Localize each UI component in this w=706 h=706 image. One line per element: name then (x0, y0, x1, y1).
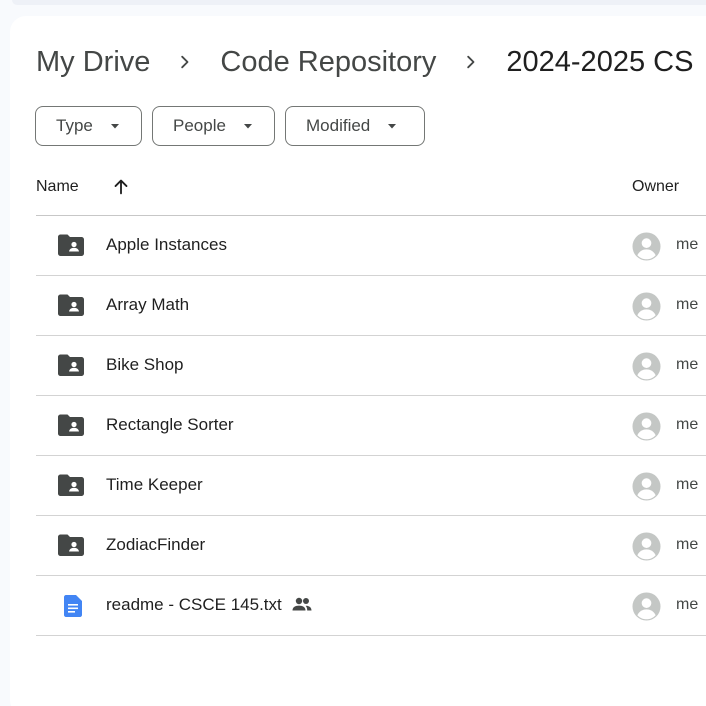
file-name: readme - CSCE 145.txt (106, 595, 312, 615)
document-icon (64, 595, 90, 619)
chevron-right-icon (150, 52, 220, 72)
owner-name: me (676, 596, 699, 613)
owner-name: me (676, 296, 699, 313)
owner-name: me (676, 236, 699, 253)
owner-name: me (676, 356, 699, 373)
filter-chips: Type People Modified (35, 106, 425, 146)
top-strip (12, 0, 706, 5)
file-row-rectangle-sorter[interactable]: Rectangle Sorter me (36, 396, 706, 456)
shared-folder-icon (58, 534, 84, 558)
owner-column-header[interactable]: Owner (632, 178, 679, 196)
chevron-right-icon (436, 52, 506, 72)
shared-folder-icon (58, 354, 84, 378)
type-filter-label: Type (56, 116, 93, 135)
file-name-text: readme - CSCE 145.txt (106, 595, 282, 614)
file-row-array-math[interactable]: Array Math me (36, 276, 706, 336)
file-row-time-keeper[interactable]: Time Keeper me (36, 456, 706, 516)
table-header: Name Owner (36, 174, 706, 216)
arrow-up-sort-icon[interactable] (110, 176, 132, 198)
avatar-icon (632, 412, 661, 441)
name-column-header[interactable]: Name (36, 178, 79, 196)
shared-folder-icon (58, 234, 84, 258)
file-row-readme-csce-145-txt[interactable]: readme - CSCE 145.txt me (36, 576, 706, 636)
file-name: Time Keeper (106, 475, 203, 494)
caret-down-icon (109, 120, 121, 132)
file-name: Bike Shop (106, 355, 184, 374)
file-name: Rectangle Sorter (106, 415, 234, 434)
file-row-apple-instances[interactable]: Apple Instances me (36, 216, 706, 276)
file-row-bike-shop[interactable]: Bike Shop me (36, 336, 706, 396)
file-list: Apple Instances me Array Math me Bike Sh… (36, 216, 706, 636)
avatar-icon (632, 472, 661, 501)
breadcrumb-current-folder[interactable]: 2024-2025 CS (506, 42, 693, 83)
owner-name: me (676, 416, 699, 433)
type-filter-chip[interactable]: Type (35, 106, 142, 146)
avatar-icon (632, 232, 661, 261)
shared-folder-icon (58, 294, 84, 318)
avatar-icon (632, 532, 661, 561)
breadcrumb-my-drive[interactable]: My Drive (36, 42, 150, 83)
caret-down-icon (242, 120, 254, 132)
shared-folder-icon (58, 414, 84, 438)
avatar-icon (632, 592, 661, 621)
avatar-icon (632, 352, 661, 381)
shared-people-icon (292, 596, 312, 611)
people-filter-chip[interactable]: People (152, 106, 275, 146)
file-name: Apple Instances (106, 235, 227, 254)
shared-folder-icon (58, 474, 84, 498)
breadcrumb: My Drive Code Repository 2024-2025 CS (36, 38, 693, 86)
owner-name: me (676, 536, 699, 553)
file-name: ZodiacFinder (106, 535, 206, 554)
caret-down-icon (386, 120, 398, 132)
modified-filter-chip[interactable]: Modified (285, 106, 425, 146)
file-row-zodiacfinder[interactable]: ZodiacFinder me (36, 516, 706, 576)
main-panel: My Drive Code Repository 2024-2025 CS Ty… (10, 16, 706, 706)
people-filter-label: People (173, 116, 226, 135)
avatar-icon (632, 292, 661, 321)
breadcrumb-code-repository[interactable]: Code Repository (220, 42, 436, 83)
owner-name: me (676, 476, 699, 493)
modified-filter-label: Modified (306, 116, 371, 135)
file-name: Array Math (106, 295, 190, 314)
